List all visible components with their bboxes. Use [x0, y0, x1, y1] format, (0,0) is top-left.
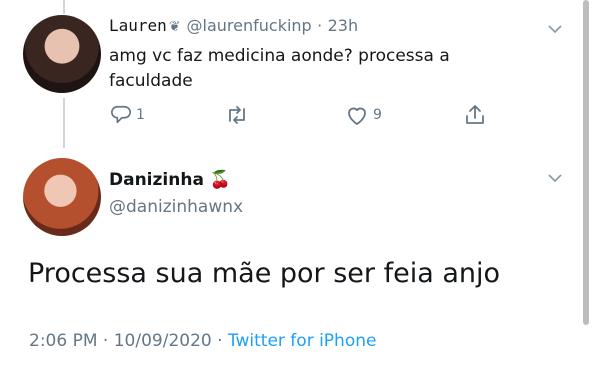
tweet-meta: 2:06 PM · 10/09/2020 · Twitter for iPhon…	[29, 331, 376, 351]
handle[interactable]: @danizinhawnx	[109, 197, 243, 217]
reply-button[interactable]: 1	[110, 104, 145, 126]
separator: ·	[102, 331, 109, 351]
handle[interactable]: @laurenfuckinp	[187, 16, 312, 35]
like-icon	[345, 104, 369, 126]
tweet-time[interactable]: 2:06 PM	[29, 331, 98, 351]
display-name-text[interactable]: Danizinha	[109, 170, 204, 190]
chevron-down-icon[interactable]	[548, 24, 562, 36]
display-name[interactable]: Lauren	[109, 16, 167, 35]
name-decoration-icon: ❦	[168, 19, 181, 35]
avatar-lauren[interactable]	[23, 15, 101, 93]
reply-icon	[110, 104, 132, 126]
retweet-button[interactable]	[225, 104, 253, 126]
thread-line-top	[63, 0, 65, 14]
chevron-down-icon[interactable]	[548, 173, 562, 185]
timestamp[interactable]: 23h	[328, 16, 359, 35]
tweet-source-link[interactable]: Twitter for iPhone	[228, 331, 377, 351]
cherry-emoji: 🍒	[209, 170, 232, 190]
tweet-text: amg vc faz medicina aonde? processa a fa…	[109, 46, 450, 91]
display-name: Danizinha 🍒	[109, 170, 231, 190]
tweet-date[interactable]: 10/09/2020	[114, 331, 212, 351]
like-button[interactable]: 9	[345, 104, 382, 126]
scrollbar[interactable]	[583, 0, 589, 325]
tweet-text: Processa sua mãe por ser feia anjo	[28, 258, 501, 289]
avatar-danizinha[interactable]	[23, 158, 101, 236]
separator: ·	[317, 16, 323, 35]
reply-count: 1	[136, 107, 145, 123]
share-icon	[463, 103, 487, 127]
retweet-icon	[225, 104, 249, 126]
tweet-header: Lauren ❦ @laurenfuckinp · 23h	[109, 16, 358, 36]
like-count: 9	[373, 107, 382, 123]
tweet-actions: 1 9	[0, 104, 592, 130]
separator: ·	[217, 331, 223, 351]
share-button[interactable]	[463, 103, 487, 127]
